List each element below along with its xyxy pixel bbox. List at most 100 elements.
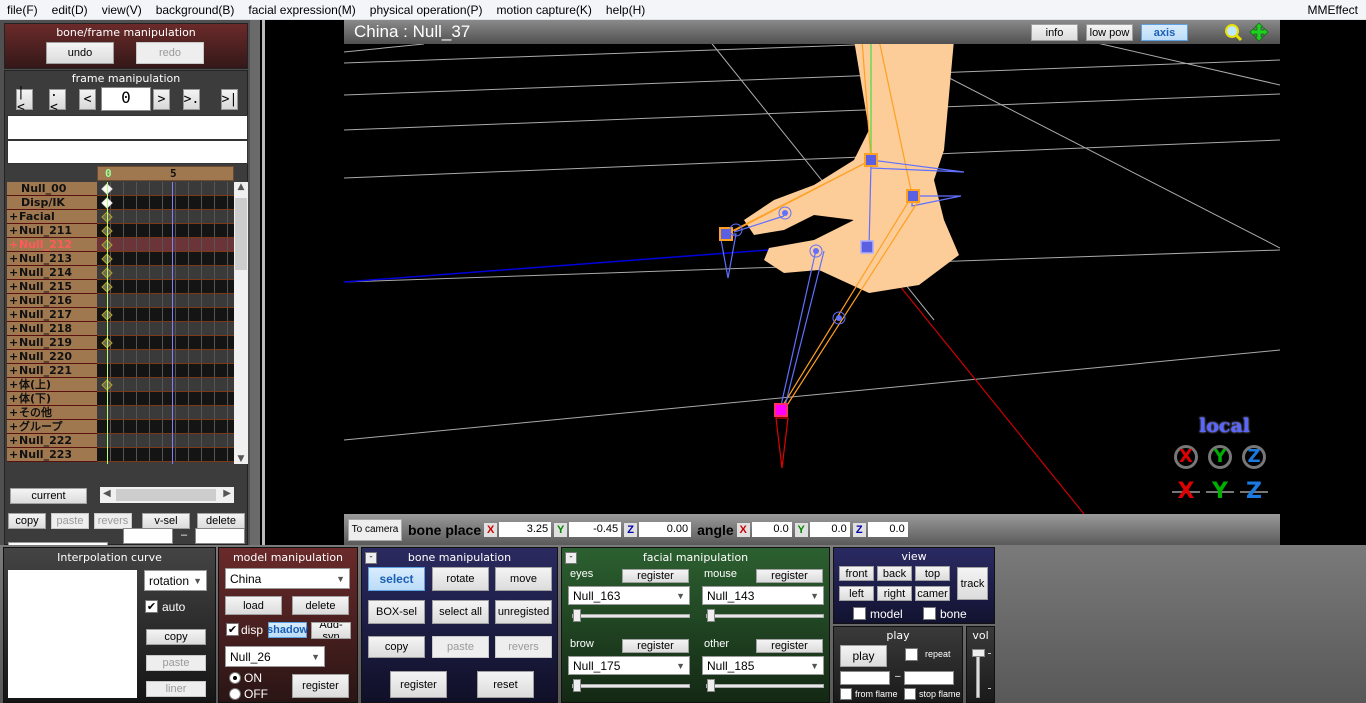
bone-list-item[interactable]: Null_00 <box>7 182 97 196</box>
scroll-down-icon[interactable]: ▼ <box>234 454 248 464</box>
facial-morph-dropdown[interactable]: Null_185 ▼ <box>702 656 824 675</box>
menu-facial-expression[interactable]: facial expression(M) <box>241 3 362 17</box>
menu-background[interactable]: background(B) <box>149 3 242 17</box>
3d-viewport[interactable]: China : Null_37 info low pow axis local … <box>344 20 1280 545</box>
model-dropdown[interactable]: China ▼ <box>225 568 350 589</box>
facial-morph-dropdown[interactable]: Null_143 ▼ <box>702 586 824 605</box>
angle-z-input[interactable]: 0.0 <box>867 522 908 537</box>
angle-y-input[interactable]: 0.0 <box>809 522 850 537</box>
keyframe-row[interactable] <box>97 308 234 322</box>
bone-handle[interactable] <box>906 189 920 203</box>
bone-revers-button[interactable]: revers <box>495 636 552 658</box>
expand-toggle[interactable]: + <box>9 448 19 461</box>
bone-list-item[interactable]: +Null_218 <box>7 322 97 336</box>
interpolation-curve-canvas[interactable] <box>8 570 137 698</box>
bone-list-item[interactable]: +Null_215 <box>7 280 97 294</box>
frame-paste-button[interactable]: paste <box>51 513 89 529</box>
scroll-right-icon[interactable]: ▶ <box>223 488 231 499</box>
bone-list-item[interactable]: +体(上) <box>7 378 97 392</box>
interp-liner-button[interactable]: liner <box>146 681 206 697</box>
bone-list-item[interactable]: Disp/IK <box>7 196 97 210</box>
scroll-left-icon[interactable]: ◀ <box>103 488 111 499</box>
frame-delete-button[interactable]: delete <box>197 513 245 529</box>
keyframe-row[interactable] <box>97 252 234 266</box>
expand-toggle[interactable]: + <box>9 238 19 251</box>
expand-toggle[interactable]: + <box>9 336 19 349</box>
prev-frame-button[interactable]: < <box>79 89 96 110</box>
bone-list-item[interactable]: +Null_222 <box>7 434 97 448</box>
splitter-handle[interactable] <box>262 20 265 545</box>
bone-list-item[interactable]: +Null_216 <box>7 294 97 308</box>
interp-paste-button[interactable]: paste <box>146 655 206 671</box>
facial-morph-dropdown[interactable]: Null_175 ▼ <box>568 656 690 675</box>
view-camera-button[interactable]: camer <box>915 586 950 601</box>
bone-copy-button[interactable]: copy <box>368 636 425 658</box>
prev-key-button[interactable]: .< <box>49 85 66 115</box>
unregisted-button[interactable]: unregisted <box>495 600 552 624</box>
playhead-line[interactable] <box>107 182 108 464</box>
bone-list-item[interactable]: +Null_213 <box>7 252 97 266</box>
rotate-z-icon[interactable]: Z <box>1242 445 1266 469</box>
interpolation-mode-dropdown[interactable]: rotation ▼ <box>144 570 207 591</box>
bone-list-item[interactable]: +Null_217 <box>7 308 97 322</box>
menu-physical-operation[interactable]: physical operation(P) <box>363 3 490 17</box>
bone-handle[interactable] <box>860 240 874 254</box>
menu-view[interactable]: view(V) <box>95 3 149 17</box>
frame-copy-button[interactable]: copy <box>8 513 46 529</box>
bone-list-item[interactable]: +Null_214 <box>7 266 97 280</box>
keyframe-row[interactable] <box>97 322 234 336</box>
bone-list-item[interactable]: +Null_220 <box>7 350 97 364</box>
keyframe-grid[interactable] <box>97 182 234 464</box>
bone-list-item[interactable]: +Null_223 <box>7 448 97 462</box>
keyframe-row[interactable] <box>97 406 234 420</box>
bone-register-button[interactable]: register <box>390 671 447 698</box>
play-button[interactable]: play <box>840 645 887 667</box>
view-right-button[interactable]: right <box>877 586 912 601</box>
model-bone-dropdown[interactable]: Null_26 ▼ <box>225 646 325 667</box>
keyframe-row[interactable] <box>97 336 234 350</box>
menu-help[interactable]: help(H) <box>599 3 652 17</box>
play-to-input[interactable] <box>904 671 954 685</box>
bone-paste-button[interactable]: paste <box>432 636 489 658</box>
off-radio[interactable] <box>229 688 241 700</box>
rotate-x-icon[interactable]: X <box>1174 445 1198 469</box>
keyframe-row[interactable] <box>97 434 234 448</box>
keyframe-row[interactable] <box>97 448 234 462</box>
expand-toggle[interactable]: + <box>9 378 19 391</box>
zoom-magnifier-icon[interactable] <box>1224 23 1243 42</box>
timeline-vertical-scrollbar[interactable]: ▲ ▼ <box>234 182 248 464</box>
keyframe-row[interactable] <box>97 378 234 392</box>
slider-thumb[interactable] <box>573 609 581 622</box>
facial-register-button[interactable]: register <box>756 639 823 653</box>
expand-toggle[interactable]: + <box>9 308 19 321</box>
bone-place-z-input[interactable]: 0.00 <box>639 522 692 537</box>
keyframe-row[interactable] <box>97 392 234 406</box>
keyframe-row[interactable] <box>97 196 234 210</box>
move-z-icon[interactable]: Z <box>1240 480 1268 504</box>
scroll-thumb[interactable] <box>235 198 247 270</box>
facial-weight-slider[interactable] <box>706 609 824 622</box>
model-delete-button[interactable]: delete <box>292 596 349 615</box>
facial-register-button[interactable]: register <box>756 569 823 583</box>
range-from-input[interactable] <box>123 528 173 544</box>
facial-minimize-button[interactable]: - <box>565 552 577 564</box>
interp-copy-button[interactable]: copy <box>146 629 206 645</box>
current-button[interactable]: current <box>10 488 87 504</box>
menu-edit[interactable]: edit(D) <box>45 3 95 17</box>
shadow-button[interactable]: shadow <box>267 622 308 638</box>
bone-list-item[interactable]: +その他 <box>7 406 97 420</box>
expand-toggle[interactable]: + <box>9 350 19 363</box>
axis-button[interactable]: axis <box>1141 24 1188 41</box>
v-sel-button[interactable]: v-sel <box>142 513 190 529</box>
bone-select-button[interactable]: select <box>368 567 425 591</box>
stop-flame-checkbox[interactable] <box>904 688 916 700</box>
scene-canvas[interactable] <box>344 20 1280 545</box>
repeat-checkbox[interactable] <box>905 648 918 661</box>
move-cross-icon[interactable] <box>1249 22 1269 42</box>
from-flame-checkbox[interactable] <box>840 688 852 700</box>
on-radio[interactable] <box>229 672 241 684</box>
keyframe-row[interactable] <box>97 182 234 196</box>
hscroll-thumb[interactable] <box>116 489 216 501</box>
bone-list-item[interactable]: +Null_212 <box>7 238 97 252</box>
bone-list-item[interactable]: +Null_221 <box>7 364 97 378</box>
